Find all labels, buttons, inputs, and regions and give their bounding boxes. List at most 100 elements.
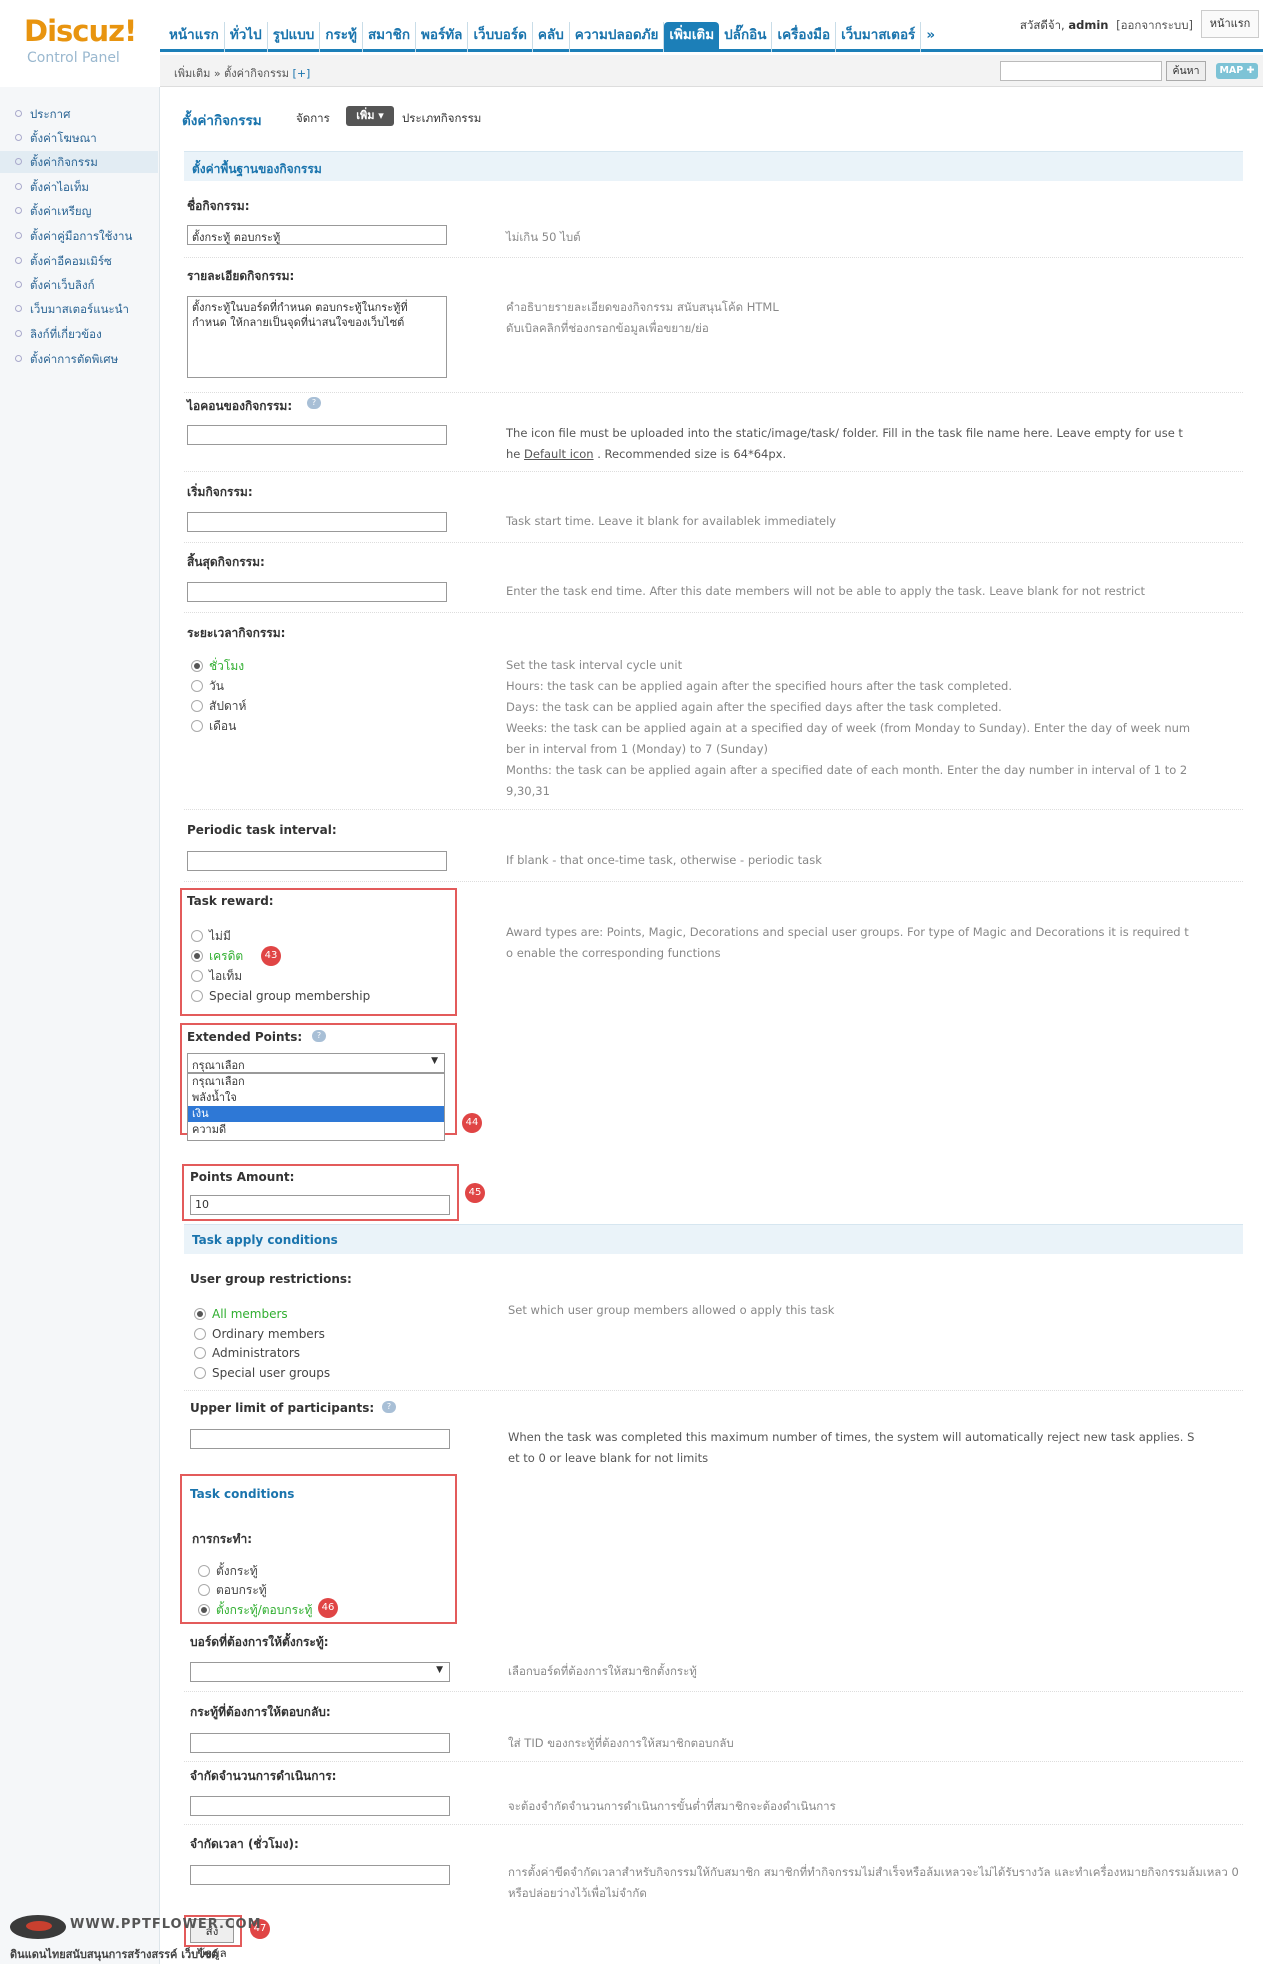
interval-input[interactable] (187, 851, 447, 871)
period-option-months[interactable]: เดือน (191, 717, 236, 735)
task-desc-label: รายละเอียดกิจกรรม: (187, 269, 295, 283)
nav-tools[interactable]: เครื่องมือ (772, 22, 837, 52)
participants-limit-help-1: When the task was completed this maximum… (508, 1430, 1195, 1444)
search-input[interactable] (1000, 61, 1162, 81)
count-limit-input[interactable] (190, 1796, 450, 1816)
help-bubble-icon[interactable]: ? (382, 1401, 396, 1413)
sidebar-item-tasks[interactable]: ตั้งค่ากิจกรรม (0, 151, 158, 173)
points-amount-input[interactable]: 10 (190, 1195, 450, 1215)
thread-input[interactable] (190, 1733, 450, 1753)
period-help-6: 9,30,31 (506, 784, 550, 798)
reward-option-none[interactable]: ไม่มี (191, 927, 231, 945)
action-option-post-reply[interactable]: ตั้งกระทู้/ตอบกระทู้ (198, 1601, 312, 1619)
group-option-ordinary[interactable]: Ordinary members (194, 1325, 325, 1343)
radio-label: ตั้งกระทู้ (216, 1564, 258, 1578)
period-help-3: Weeks: the task can be applied again at … (506, 721, 1191, 735)
default-icon-link[interactable]: Default icon (524, 447, 594, 461)
bullet-icon (15, 183, 22, 190)
bullet-icon (15, 158, 22, 165)
section-task-conditions: Task conditions (190, 1487, 295, 1501)
action-option-reply[interactable]: ตอบกระทู้ (198, 1581, 267, 1599)
reward-help-1: Award types are: Points, Magic, Decorati… (506, 925, 1189, 939)
nav-home[interactable]: หน้าแรก (164, 22, 225, 52)
reward-option-item[interactable]: ไอเท็ม (191, 967, 242, 985)
radio-label: เดือน (209, 719, 237, 733)
nav-members[interactable]: สมาชิก (363, 22, 416, 52)
search-button[interactable]: ค้นหา (1166, 61, 1206, 81)
participants-limit-input[interactable] (190, 1429, 450, 1449)
sidebar-item-label: ตั้งค่าเหรียญ (30, 204, 92, 218)
period-option-hours[interactable]: ชั่วโมง (191, 657, 244, 675)
chevron-down-icon: ▼ (436, 1665, 443, 1675)
map-button[interactable]: MAP ✚ (1216, 63, 1258, 79)
sidebar-item-medals[interactable]: ตั้งค่าเหรียญ (0, 200, 158, 222)
sidebar-item-ads[interactable]: ตั้งค่าโฆษณา (0, 127, 158, 149)
reward-option-group[interactable]: Special group membership (191, 987, 370, 1005)
radio-icon (198, 1565, 210, 1577)
help-bubble-icon[interactable]: ? (307, 397, 321, 409)
sidebar-item-special[interactable]: ตั้งค่าการตัดพิเศษ (0, 348, 158, 370)
radio-label: วัน (209, 679, 224, 693)
badge-44: 44 (462, 1113, 482, 1133)
task-icon-input[interactable] (187, 425, 447, 445)
sidebar-item-related-links[interactable]: ลิงก์ที่เกี่ยวข้อง (0, 323, 158, 345)
task-name-label: ชื่อกิจกรรม: (187, 199, 250, 213)
task-end-input[interactable] (187, 582, 447, 602)
nav-security[interactable]: ความปลอดภัย (570, 22, 665, 52)
dropdown-option[interactable]: ความดี (188, 1122, 444, 1138)
nav-threads[interactable]: กระทู้ (320, 22, 363, 52)
radio-label: Administrators (212, 1346, 301, 1360)
extended-points-select[interactable]: กรุณาเลือก ▼ (187, 1053, 445, 1073)
action-option-post[interactable]: ตั้งกระทู้ (198, 1562, 258, 1580)
logo[interactable]: Discuz! Control Panel (0, 0, 160, 80)
nav-general[interactable]: ทั่วไป (225, 22, 268, 52)
sidebar-item-recommend[interactable]: เว็บมาสเตอร์แนะนำ (0, 298, 158, 320)
task-desc-textarea[interactable]: ตั้งกระทู้ในบอร์ดที่กำหนด ตอบกระทู้ในกระ… (187, 296, 447, 378)
nav-club[interactable]: คลับ (533, 22, 570, 52)
sidebar-item-weblinks[interactable]: ตั้งค่าเว็บลิงก์ (0, 274, 158, 296)
tab-add[interactable]: เพิ่ม ▾ (346, 106, 394, 126)
dropdown-option[interactable]: กรุณาเลือก (188, 1074, 444, 1090)
user-group-help: Set which user group members allowed o a… (508, 1303, 835, 1317)
task-name-input[interactable]: ตั้งกระทู้ ตอบกระทู้ (187, 225, 447, 245)
nav-forum[interactable]: เว็บบอร์ด (468, 22, 533, 52)
nav-extended[interactable]: เพิ่มเติม (664, 22, 720, 52)
time-limit-input[interactable] (190, 1865, 450, 1885)
nav-plugins[interactable]: ปลั๊กอิน (719, 22, 773, 52)
divider (184, 881, 1243, 882)
period-option-weeks[interactable]: สัปดาห์ (191, 697, 246, 715)
divider (184, 542, 1243, 543)
radio-icon (194, 1367, 206, 1379)
task-start-input[interactable] (187, 512, 447, 532)
group-option-special[interactable]: Special user groups (194, 1364, 330, 1382)
divider (184, 471, 1243, 472)
period-option-days[interactable]: วัน (191, 677, 224, 695)
divider (184, 612, 1243, 613)
sidebar-item-announcement[interactable]: ประกาศ (0, 103, 158, 125)
home-button[interactable]: หน้าแรก (1201, 10, 1259, 38)
task-start-help: Task start time. Leave it blank for avai… (506, 514, 837, 528)
group-option-admins[interactable]: Administrators (194, 1344, 300, 1362)
radio-icon (191, 680, 203, 692)
nav-more[interactable]: » (921, 22, 940, 52)
nav-style[interactable]: รูปแบบ (268, 22, 321, 52)
sidebar-item-ecommerce[interactable]: ตั้งค่าอีคอมเมิร์ซ (0, 250, 158, 272)
breadcrumb-add-link[interactable]: [+] (293, 67, 311, 80)
group-option-all[interactable]: All members (194, 1305, 288, 1323)
tab-task-types[interactable]: ประเภทกิจกรรม (402, 110, 481, 128)
tab-manage[interactable]: จัดการ (296, 110, 330, 128)
count-limit-label: จำกัดจำนวนการดำเนินการ: (190, 1769, 337, 1783)
nav-webmaster[interactable]: เว็บมาสเตอร์ (836, 22, 922, 52)
dropdown-option-highlighted[interactable]: เงิน (188, 1106, 444, 1122)
sidebar-item-help[interactable]: ตั้งค่าคู่มือการใช้งาน (0, 225, 158, 247)
nav-portal[interactable]: พอร์ทัล (416, 22, 469, 52)
sidebar-item-label: ตั้งค่าไอเท็ม (30, 180, 90, 194)
sidebar-item-items[interactable]: ตั้งค่าไอเท็ม (0, 176, 158, 198)
help-bubble-icon[interactable]: ? (312, 1030, 326, 1042)
forum-select[interactable]: ▼ (190, 1662, 450, 1682)
reward-option-credit[interactable]: เครดิต (191, 947, 243, 965)
select-value: กรุณาเลือก (192, 1059, 245, 1072)
dropdown-option[interactable]: พลังน้ำใจ (188, 1090, 444, 1106)
sub-bar: เพิ่มเติม » ตั้งค่ากิจกรรม [+] ค้นหา MAP… (160, 55, 1263, 87)
logout-link[interactable]: [ออกจากระบบ] (1116, 18, 1193, 32)
